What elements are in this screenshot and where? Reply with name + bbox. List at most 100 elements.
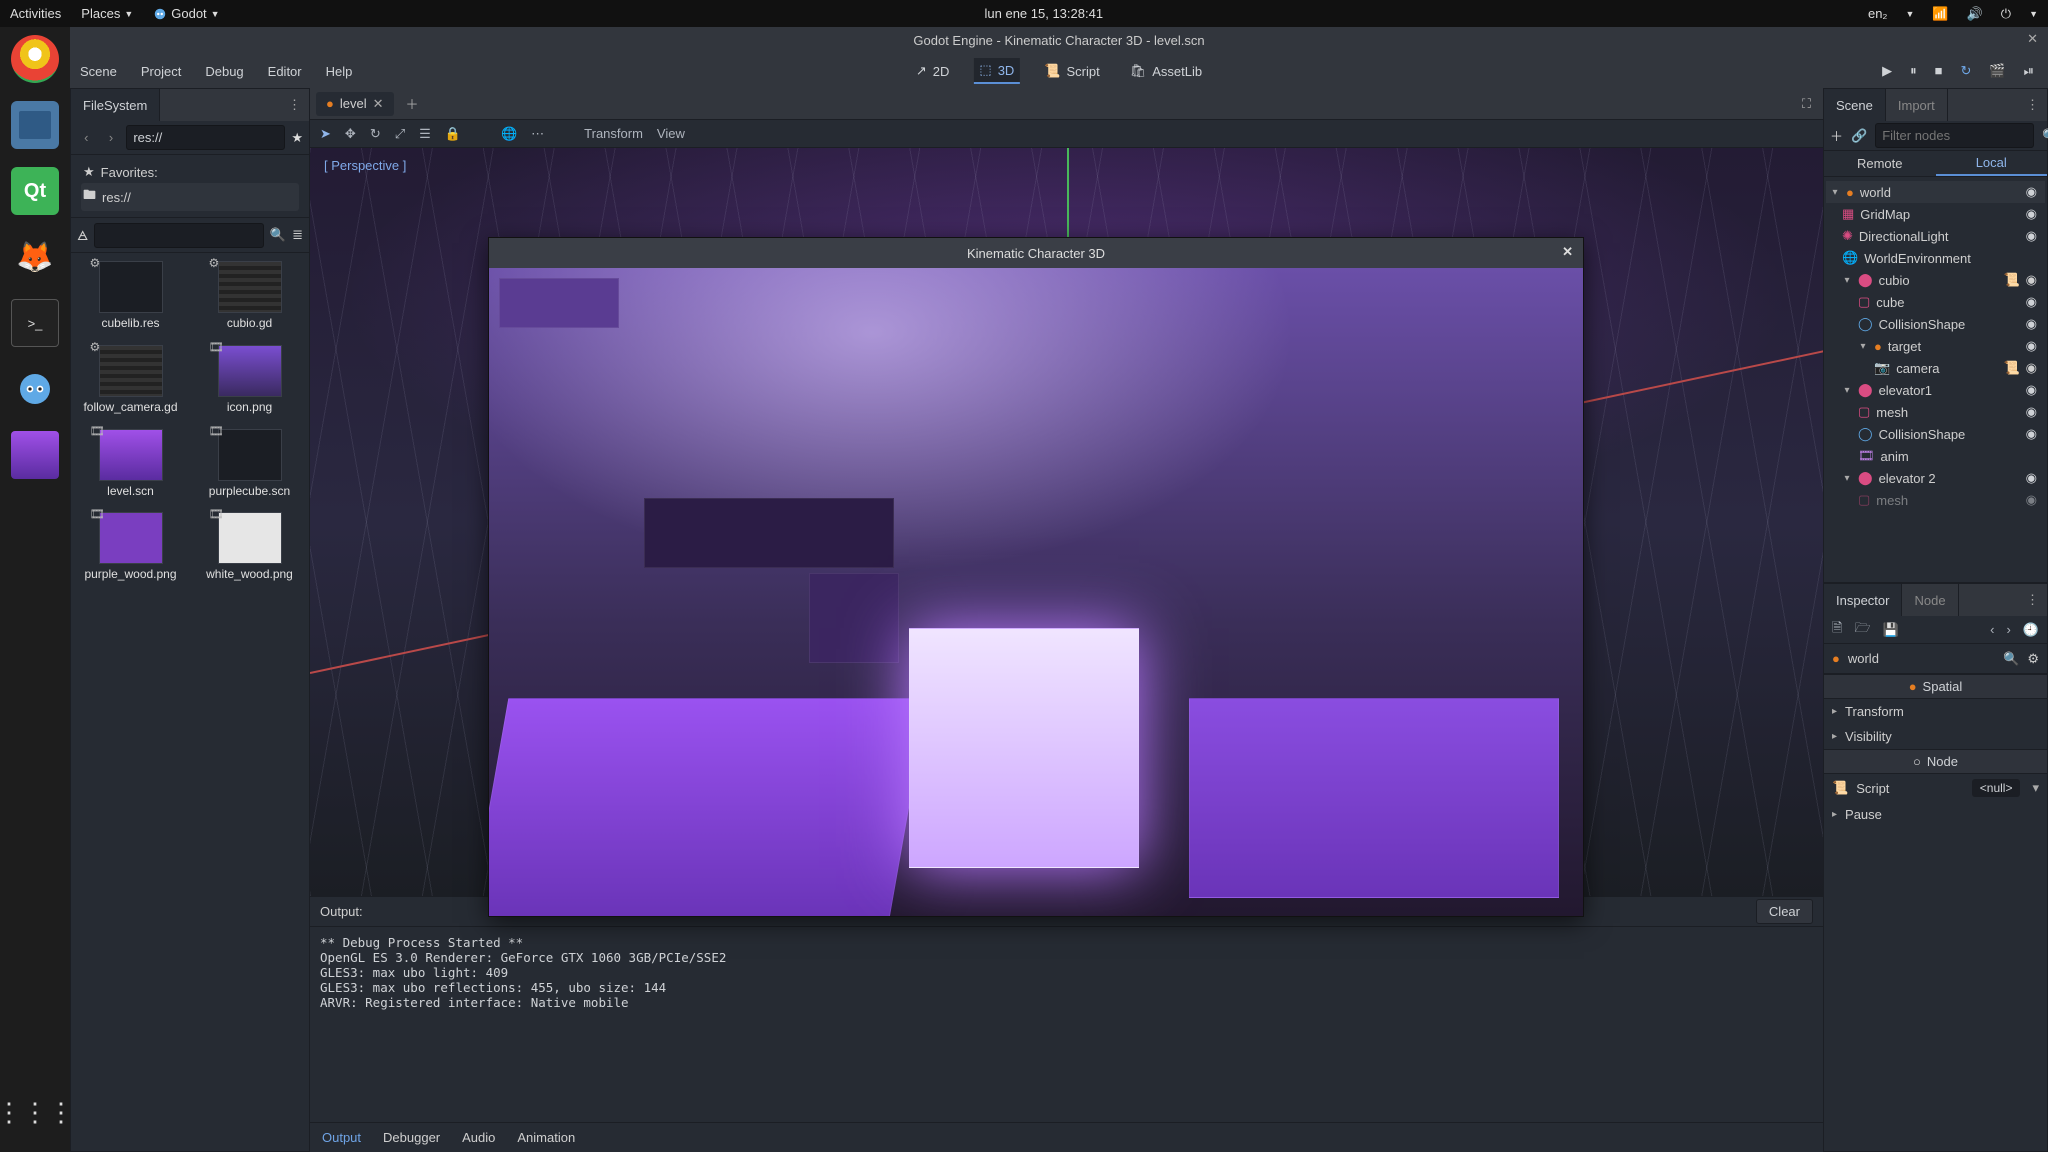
tree-node-elevator2[interactable]: ▾⬤elevator 2◉ [1826, 467, 2045, 489]
filter-nodes-input[interactable] [1875, 123, 2034, 148]
bottom-tab-animation[interactable]: Animation [517, 1130, 575, 1145]
visibility-toggle-icon[interactable]: ◉ [2026, 338, 2041, 354]
history-back-icon[interactable]: ‹ [1990, 622, 1994, 637]
tree-node-collision2[interactable]: ◯CollisionShape◉ [1826, 423, 2045, 445]
prop-value[interactable]: <null> [1972, 779, 2021, 797]
tree-node-anim[interactable]: 🎞anim [1826, 445, 2045, 467]
open-resource-icon[interactable]: 🗁 [1854, 619, 1870, 641]
res-root-item[interactable]: 🖿res:// [81, 183, 299, 211]
prop-visibility[interactable]: ▸Visibility [1824, 724, 2047, 749]
distraction-free-button[interactable]: ⛶ [1796, 96, 1817, 112]
workspace-script-tab[interactable]: 📜Script [1038, 59, 1105, 83]
pause-button[interactable]: ⏸ [1910, 63, 1917, 79]
file-item[interactable]: 🎞white_wood.png [192, 512, 307, 582]
rotate-tool-icon[interactable]: ↻ [370, 126, 381, 142]
history-menu-icon[interactable]: 🕘 [2023, 622, 2039, 638]
play-scene-button[interactable]: 🎬 [1989, 63, 2005, 79]
tree-node-worldenv[interactable]: 🌐WorldEnvironment [1826, 247, 2045, 269]
visibility-toggle-icon[interactable]: ◉ [2026, 426, 2041, 442]
file-item[interactable]: ⚙cubio.gd [192, 261, 307, 331]
focused-app-menu[interactable]: Godot▼ [153, 6, 219, 21]
tree-node-dlight[interactable]: ✺DirectionalLight◉ [1826, 225, 2045, 247]
list-mode-button[interactable]: ≣ [292, 227, 303, 243]
bottom-tab-audio[interactable]: Audio [462, 1130, 495, 1145]
tree-node-mesh2[interactable]: ▢mesh◉ [1826, 489, 2045, 511]
workspace-2d-tab[interactable]: ↗2D [910, 59, 956, 83]
menu-editor[interactable]: Editor [268, 64, 302, 79]
tools-icon[interactable]: ⚙ [2027, 651, 2039, 667]
node-tab[interactable]: Node [1902, 584, 1958, 616]
activities-button[interactable]: Activities [10, 6, 61, 21]
visibility-toggle-icon[interactable]: ◉ [2026, 382, 2041, 398]
filesystem-tab[interactable]: FileSystem [71, 89, 160, 121]
nav-forward-button[interactable]: › [102, 130, 121, 145]
prop-transform[interactable]: ▸Transform [1824, 699, 2047, 724]
file-item[interactable]: ⚙follow_camera.gd [73, 345, 188, 415]
new-resource-icon[interactable]: 🗎 [1832, 619, 1842, 641]
search-icon[interactable]: 🔍 [2042, 128, 2048, 144]
prop-pause[interactable]: ▸Pause [1824, 802, 2047, 827]
tree-node-cubio[interactable]: ▾⬤cubio📜◉ [1826, 269, 2045, 291]
tree-node-elevator1[interactable]: ▾⬤elevator1◉ [1826, 379, 2045, 401]
script-attached-icon[interactable]: 📜 [2003, 360, 2019, 376]
env-tool-icon[interactable]: 🌐 [501, 126, 517, 142]
menu-scene[interactable]: Scene [80, 64, 117, 79]
workspace-assetlib-tab[interactable]: 🛍AssetLib [1124, 59, 1208, 83]
menu-help[interactable]: Help [326, 64, 353, 79]
tree-node-camera[interactable]: 📷camera📜◉ [1826, 357, 2045, 379]
visibility-toggle-icon[interactable]: ◉ [2026, 360, 2037, 376]
volume-icon[interactable]: 🔊 [1967, 6, 1983, 22]
prop-script[interactable]: 📜Script<null>▾ [1824, 774, 2047, 802]
path-input[interactable] [126, 125, 285, 150]
panel-menu-button[interactable]: ⋮ [280, 97, 309, 113]
import-tab[interactable]: Import [1886, 89, 1948, 121]
clear-output-button[interactable]: Clear [1756, 899, 1813, 924]
lock-tool-icon[interactable]: 🔒 [445, 126, 461, 142]
scene-tree[interactable]: ▾●world◉ ▦GridMap◉ ✺DirectionalLight◉ 🌐W… [1824, 177, 2047, 582]
transform-menu[interactable]: Transform [584, 126, 643, 141]
extra-tool-icon[interactable]: ⋯ [531, 126, 544, 142]
workspace-3d-tab[interactable]: ⬚3D [973, 58, 1020, 84]
search-props-icon[interactable]: 🔍 [2003, 651, 2019, 667]
play-button[interactable]: ▶ [1882, 63, 1892, 79]
tree-node-gridmap[interactable]: ▦GridMap◉ [1826, 203, 2045, 225]
dock-godot-icon[interactable] [11, 365, 59, 413]
game-window[interactable]: Kinematic Character 3D ✕ [488, 237, 1584, 917]
dock-files-icon[interactable] [11, 101, 59, 149]
dock-scene-thumb-icon[interactable] [11, 431, 59, 479]
file-item[interactable]: 🎞icon.png [192, 345, 307, 415]
visibility-toggle-icon[interactable]: ◉ [2026, 228, 2041, 244]
window-close-button[interactable]: ✕ [2027, 31, 2038, 47]
scale-tool-icon[interactable]: ⤢ [395, 126, 405, 142]
select-tool-icon[interactable]: ➤ [320, 126, 331, 142]
tree-node-target[interactable]: ▾●target◉ [1826, 335, 2045, 357]
remote-tab[interactable]: Remote [1824, 151, 1936, 176]
visibility-toggle-icon[interactable]: ◉ [2026, 272, 2037, 288]
search-icon[interactable]: 🔍 [270, 227, 286, 243]
play-scene-reload-button[interactable]: ↻ [1961, 63, 1972, 79]
play-custom-scene-button[interactable]: ⏯ [2024, 63, 2034, 79]
network-icon[interactable]: 📶 [1932, 6, 1948, 22]
visibility-toggle-icon[interactable]: ◉ [2026, 184, 2041, 200]
tree-node-mesh[interactable]: ▢mesh◉ [1826, 401, 2045, 423]
visibility-toggle-icon[interactable]: ◉ [2026, 316, 2041, 332]
favorite-star-icon[interactable]: ★ [291, 130, 303, 146]
dock-apps-button[interactable]: ⋮⋮⋮ [11, 1088, 59, 1136]
dock-gimp-icon[interactable]: 🦊 [11, 233, 59, 281]
places-menu[interactable]: Places▼ [81, 6, 133, 21]
file-item[interactable]: 🎞level.scn [73, 429, 188, 499]
game-window-titlebar[interactable]: Kinematic Character 3D ✕ [489, 238, 1583, 268]
visibility-toggle-icon[interactable]: ◉ [2026, 206, 2041, 222]
game-window-close-button[interactable]: ✕ [1562, 244, 1573, 260]
view-menu[interactable]: View [657, 126, 685, 141]
local-tab[interactable]: Local [1936, 151, 2048, 176]
tree-node-collision1[interactable]: ◯CollisionShape◉ [1826, 313, 2045, 335]
tree-mode-button[interactable]: 🜁 [77, 222, 88, 248]
input-lang-indicator[interactable]: en₂ [1868, 6, 1888, 21]
clock[interactable]: lun ene 15, 13:28:41 [220, 6, 1868, 21]
bottom-tab-output[interactable]: Output [322, 1130, 361, 1145]
new-scene-button[interactable]: ＋ [406, 94, 419, 113]
file-item[interactable]: 🎞purple_wood.png [73, 512, 188, 582]
history-forward-icon[interactable]: › [2006, 622, 2010, 637]
stop-button[interactable]: ■ [1935, 63, 1943, 79]
